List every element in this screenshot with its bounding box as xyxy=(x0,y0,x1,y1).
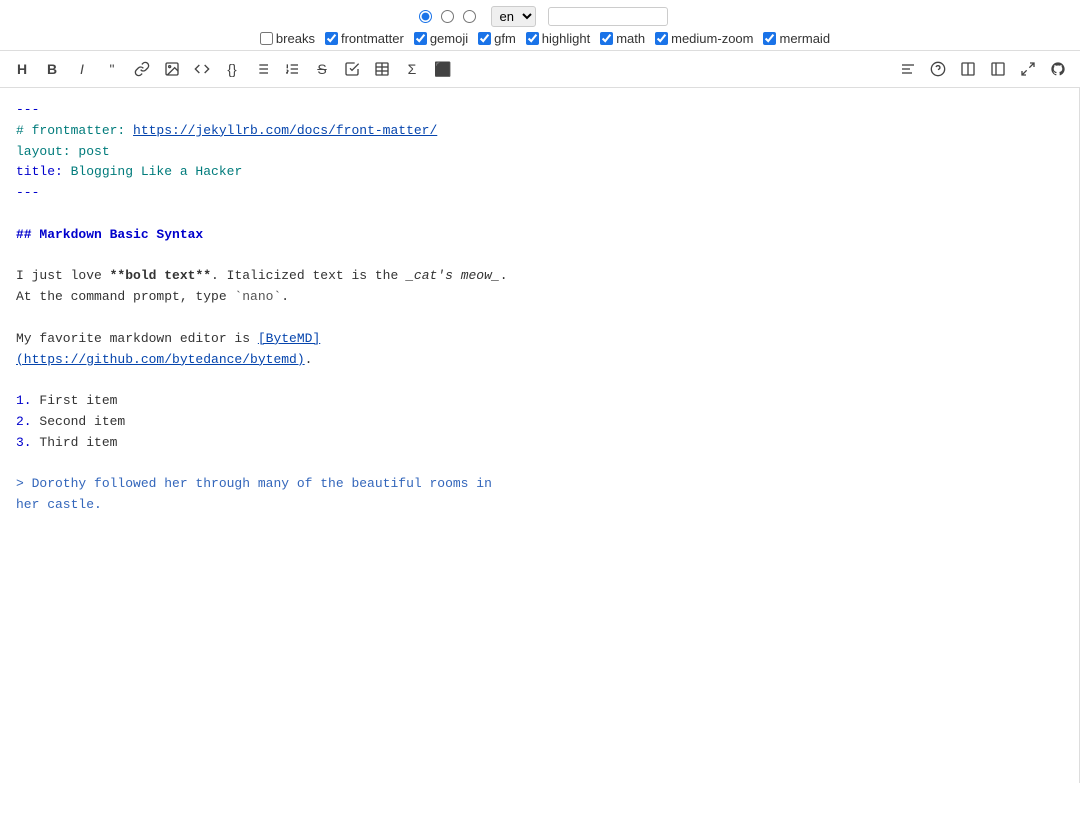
plugin-breaks[interactable]: breaks xyxy=(260,31,315,46)
plugin-frontmatter[interactable]: frontmatter xyxy=(325,31,404,46)
plugin-gemoji[interactable]: gemoji xyxy=(414,31,468,46)
plugins-row: breaks frontmatter gemoji gfm highlight … xyxy=(10,31,1070,46)
top-bar: en breaks frontmatter gemoji gfm highlig… xyxy=(0,0,1080,51)
mode-auto-radio[interactable] xyxy=(419,10,432,23)
plugin-highlight[interactable]: highlight xyxy=(526,31,590,46)
plugin-gfm[interactable]: gfm xyxy=(478,31,516,46)
task-list-button[interactable] xyxy=(338,55,366,83)
format-bar: H B I " {} S Σ ⬛ xyxy=(0,51,1080,88)
split-view-button[interactable] xyxy=(954,55,982,83)
locale-select[interactable]: en xyxy=(491,6,536,27)
bold-button[interactable]: B xyxy=(38,55,66,83)
toolbar-right xyxy=(894,55,1072,83)
github-button[interactable] xyxy=(1044,55,1072,83)
help-button[interactable] xyxy=(924,55,952,83)
italic-button[interactable]: I xyxy=(68,55,96,83)
code-button[interactable] xyxy=(188,55,216,83)
align-button[interactable] xyxy=(894,55,922,83)
link-button[interactable] xyxy=(128,55,156,83)
fullscreen-button[interactable] xyxy=(1014,55,1042,83)
mode-split-radio[interactable] xyxy=(441,10,454,23)
plugin-mermaid[interactable]: mermaid xyxy=(763,31,830,46)
strikethrough-button[interactable]: S xyxy=(308,55,336,83)
quote-button[interactable]: " xyxy=(98,55,126,83)
diagram-button[interactable]: ⬛ xyxy=(428,55,457,83)
mode-tab-label[interactable] xyxy=(463,10,479,23)
mode-split-label[interactable] xyxy=(441,10,457,23)
plugin-medium-zoom[interactable]: medium-zoom xyxy=(655,31,753,46)
math-button[interactable]: Σ xyxy=(398,55,426,83)
editor-pane[interactable]: --- # frontmatter: https://jekyllrb.com/… xyxy=(0,88,1080,783)
heading-button[interactable]: H xyxy=(8,55,36,83)
plugin-math[interactable]: math xyxy=(600,31,645,46)
mode-row: en xyxy=(10,6,1070,27)
codeblock-button[interactable]: {} xyxy=(218,55,246,83)
editor-container: --- # frontmatter: https://jekyllrb.com/… xyxy=(0,88,1080,783)
table-button[interactable] xyxy=(368,55,396,83)
ordered-list-button[interactable] xyxy=(278,55,306,83)
image-button[interactable] xyxy=(158,55,186,83)
max-length-input[interactable] xyxy=(548,7,668,26)
preview-only-button[interactable] xyxy=(984,55,1012,83)
mode-auto-label[interactable] xyxy=(419,10,435,23)
mode-tab-radio[interactable] xyxy=(463,10,476,23)
unordered-list-button[interactable] xyxy=(248,55,276,83)
